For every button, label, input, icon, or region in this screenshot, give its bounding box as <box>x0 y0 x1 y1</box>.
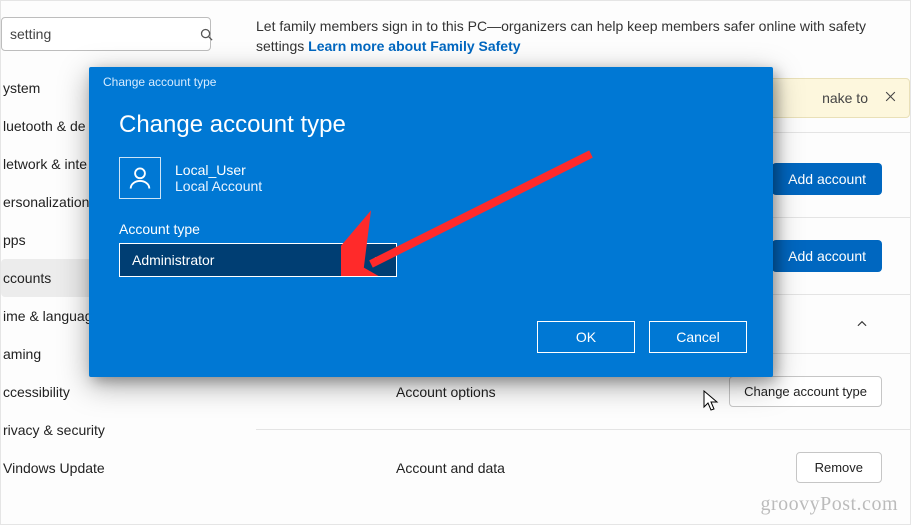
sidebar-item-label: rivacy & security <box>3 422 105 438</box>
sidebar-item-label: Vindows Update <box>3 460 105 476</box>
user-avatar-icon <box>119 157 161 199</box>
sidebar-item-label: pps <box>3 232 26 248</box>
family-safety-link[interactable]: Learn more about Family Safety <box>308 38 520 54</box>
add-account-button[interactable]: Add account <box>772 163 882 195</box>
user-name: Local_User <box>175 162 262 179</box>
dialog-header: Change account type <box>89 67 773 89</box>
change-account-type-dialog: Change account type Change account type … <box>89 67 773 377</box>
account-data-row: Account and data Remove <box>256 429 910 505</box>
remove-account-button[interactable]: Remove <box>796 452 882 483</box>
banner-text: nake to <box>822 90 868 106</box>
sidebar-item-label: letwork & inte <box>3 156 87 172</box>
family-safety-blurb: Let family members sign in to this PC—or… <box>256 1 910 64</box>
dialog-title: Change account type <box>119 111 743 139</box>
user-row: Local_User Local Account <box>119 157 743 199</box>
sidebar-item-label: ccounts <box>3 270 51 286</box>
user-subtitle: Local Account <box>175 178 262 194</box>
close-icon[interactable] <box>884 90 897 106</box>
chevron-up-icon <box>842 317 882 331</box>
app-window: ystem luetooth & de letwork & inte erson… <box>0 0 911 525</box>
sidebar-item-label: ccessibility <box>3 384 70 400</box>
cancel-button[interactable]: Cancel <box>649 321 747 353</box>
sidebar-item-label: ime & language <box>3 308 100 324</box>
dialog-footer: OK Cancel <box>89 321 773 377</box>
row-label: Account and data <box>396 460 505 476</box>
chevron-down-icon <box>372 252 384 268</box>
sidebar-item-label: ersonalization <box>3 194 89 210</box>
account-type-label: Account type <box>119 221 743 237</box>
search-input[interactable] <box>2 26 199 42</box>
select-value: Administrator <box>132 252 214 268</box>
sidebar-item-label: aming <box>3 346 41 362</box>
add-account-button[interactable]: Add account <box>772 240 882 272</box>
search-icon[interactable] <box>199 27 214 42</box>
dialog-body: Change account type Local_User Local Acc… <box>89 89 773 321</box>
sidebar-item-label: luetooth & de <box>3 118 86 134</box>
search-box[interactable] <box>1 17 211 51</box>
ok-button[interactable]: OK <box>537 321 635 353</box>
user-text: Local_User Local Account <box>175 162 262 195</box>
sidebar-item-label: ystem <box>3 80 40 96</box>
sidebar-item-privacy-security[interactable]: rivacy & security <box>1 411 221 449</box>
row-label: Account options <box>396 384 496 400</box>
account-type-select[interactable]: Administrator <box>119 243 397 277</box>
sidebar-item-windows-update[interactable]: Vindows Update <box>1 449 221 487</box>
